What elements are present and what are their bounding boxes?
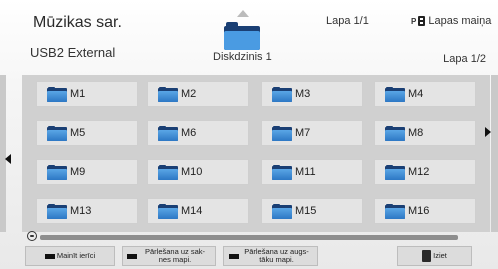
page-indicator-top: Lapa 1/1 [326, 15, 369, 27]
folder-icon [47, 125, 67, 141]
folder-icon [385, 86, 405, 102]
right-edge-strip [491, 75, 498, 232]
page-button-icon [418, 16, 426, 26]
folder-label: M1 [70, 88, 86, 100]
go-root-label: Pārlešana uz sak-nes mapi. [144, 247, 206, 264]
parent-folder-icon[interactable] [224, 22, 260, 50]
folder-label: M16 [408, 205, 430, 217]
go-up-label: Pārlešana uz augs-tāku mapi. [244, 247, 309, 264]
folder-icon [385, 203, 405, 219]
folder-label: M6 [181, 127, 197, 139]
up-arrow-icon[interactable] [237, 10, 249, 17]
device-name: USB2 External [30, 45, 116, 60]
color-key-icon [44, 253, 55, 259]
folder-icon [272, 203, 292, 219]
folder-item[interactable]: M14 [147, 198, 249, 224]
color-key-icon [127, 253, 137, 259]
folder-label: M5 [70, 127, 86, 139]
folder-label: M8 [408, 127, 424, 139]
folder-item[interactable]: M16 [374, 198, 476, 224]
folder-item[interactable]: M4 [374, 81, 476, 107]
folder-label: M15 [295, 205, 317, 217]
folder-icon [158, 125, 178, 141]
folder-label: M2 [181, 88, 197, 100]
folder-label: M14 [181, 205, 203, 217]
change-device-label: Mainīt ierīci [56, 251, 96, 260]
color-key-icon [228, 253, 239, 259]
folder-item[interactable]: M15 [261, 198, 363, 224]
folder-label: M3 [295, 88, 311, 100]
page-title: Mūzikas sar. [33, 14, 122, 31]
page-key-label: P [411, 16, 417, 26]
folder-icon [47, 164, 67, 180]
folder-item[interactable]: M7 [261, 120, 363, 146]
folder-item[interactable]: M11 [261, 159, 363, 185]
folder-item[interactable]: M2 [147, 81, 249, 107]
folder-item[interactable]: M12 [374, 159, 476, 185]
folder-icon [272, 125, 292, 141]
folder-icon [158, 86, 178, 102]
folder-label: M4 [408, 88, 424, 100]
next-page-arrow-icon[interactable] [485, 127, 491, 137]
go-root-folder-button[interactable]: Pārlešana uz sak-nes mapi. [122, 246, 216, 266]
folder-label: M12 [408, 166, 430, 178]
folder-label: M11 [295, 166, 316, 178]
folder-label: M13 [70, 205, 92, 217]
go-up-folder-button[interactable]: Pārlešana uz augs-tāku mapi. [223, 246, 318, 266]
folder-item[interactable]: M8 [374, 120, 476, 146]
folder-label: M9 [70, 166, 86, 178]
folder-icon [158, 164, 178, 180]
page-change-hint: P Lapas maiņa [411, 15, 491, 27]
folder-icon [272, 86, 292, 102]
folder-icon [385, 125, 405, 141]
change-device-button[interactable]: Mainīt ierīci [25, 246, 115, 266]
page-indicator: Lapa 1/2 [443, 53, 486, 65]
folder-item[interactable]: M6 [147, 120, 249, 146]
disk-label: Diskdzinis 1 [213, 51, 272, 63]
folder-icon [47, 86, 67, 102]
folder-icon [385, 164, 405, 180]
folder-item[interactable]: M10 [147, 159, 249, 185]
folder-item[interactable]: M5 [36, 120, 138, 146]
exit-label: Iziet [433, 251, 447, 260]
folder-icon [158, 203, 178, 219]
exit-button[interactable]: Iziet [397, 246, 472, 266]
folder-icon [272, 164, 292, 180]
folder-label: M10 [181, 166, 203, 178]
folder-item[interactable]: M9 [36, 159, 138, 185]
folder-item[interactable]: M1 [36, 81, 138, 107]
scroll-handle-icon[interactable] [27, 231, 37, 241]
exit-icon [422, 250, 432, 262]
page-change-label: Lapas maiņa [428, 15, 492, 27]
scrollbar[interactable] [40, 235, 458, 240]
folder-item[interactable]: M3 [261, 81, 363, 107]
folder-label: M7 [295, 127, 311, 139]
folder-item[interactable]: M13 [36, 198, 138, 224]
folder-icon [47, 203, 67, 219]
previous-page-arrow-icon[interactable] [5, 154, 11, 164]
